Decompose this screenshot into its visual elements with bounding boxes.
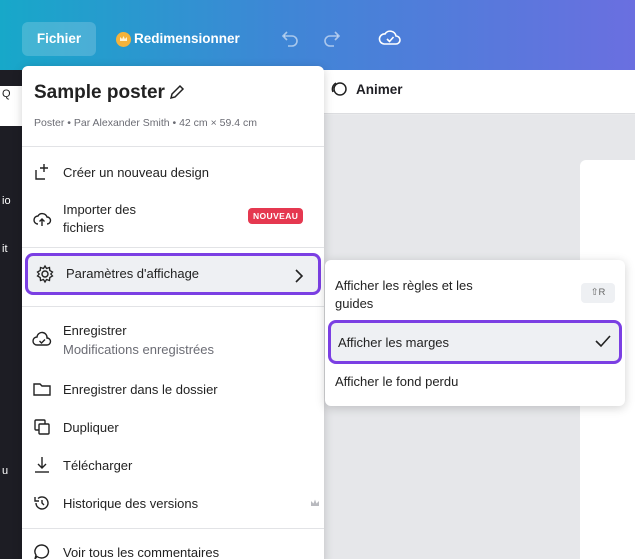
cloud-upload-icon: [33, 212, 52, 226]
cloud-check-icon: [32, 331, 52, 346]
design-meta: Poster • Par Alexander Smith • 42 cm × 5…: [34, 117, 257, 129]
submenu-item-label-line1: Afficher les règles et les: [335, 278, 473, 293]
design-title[interactable]: Sample poster: [34, 82, 165, 104]
animate-icon[interactable]: [330, 80, 348, 98]
crown-badge-icon: [311, 499, 319, 506]
menu-item-label: Paramètres d'affichage: [66, 266, 200, 281]
submenu-item-bleed[interactable]: Afficher le fond perdu: [325, 368, 625, 396]
divider: [22, 528, 324, 529]
menu-item-duplicate[interactable]: Dupliquer: [22, 415, 324, 439]
file-menu-button[interactable]: Fichier: [22, 22, 96, 56]
folder-icon: [33, 383, 51, 396]
submenu-item-label: Afficher les marges: [338, 335, 450, 350]
sidebar-fragment-io: io: [2, 195, 11, 207]
new-design-icon: [35, 164, 48, 180]
menu-item-label-line1: Importer des: [63, 202, 136, 217]
cloud-saved-icon[interactable]: [377, 26, 403, 52]
file-dropdown-menu: Sample poster Poster • Par Alexander Smi…: [22, 66, 324, 559]
menu-item-label: Historique des versions: [63, 496, 199, 511]
submenu-item-margins[interactable]: Afficher les marges: [328, 320, 622, 364]
comment-icon: [34, 544, 50, 559]
undo-icon[interactable]: [276, 26, 302, 52]
menu-item-save[interactable]: Enregistrer Modifications enregistrées: [22, 320, 324, 360]
sidebar-fragment-it: it: [2, 243, 8, 255]
chevron-right-icon: [295, 269, 304, 283]
divider: [22, 146, 324, 147]
menu-item-label-line2: fichiers: [63, 220, 105, 235]
resize-button[interactable]: Redimensionner: [112, 22, 240, 56]
menu-item-view-comments[interactable]: Voir tous les commentaires: [22, 540, 324, 559]
menu-item-label: Enregistrer: [63, 323, 127, 338]
download-icon: [35, 457, 49, 473]
keyboard-shortcut: ⇧R: [581, 283, 615, 303]
new-badge: NOUVEAU: [248, 208, 304, 224]
menu-item-version-history[interactable]: Historique des versions: [22, 491, 324, 515]
sidebar-fragment-q: Q: [2, 88, 11, 100]
resize-label: Redimensionner: [134, 31, 240, 46]
divider: [22, 306, 324, 307]
display-settings-submenu: Afficher les règles et les guides ⇧R Aff…: [325, 260, 625, 406]
pencil-icon[interactable]: [167, 82, 187, 102]
animate-button[interactable]: Animer: [356, 82, 403, 97]
submenu-item-rulers-guides[interactable]: Afficher les règles et les guides: [325, 272, 625, 316]
left-sidebar-strip: Q io it u: [0, 70, 22, 559]
menu-item-label: Créer un nouveau design: [63, 165, 209, 180]
save-status: Modifications enregistrées: [63, 342, 215, 357]
menu-item-download[interactable]: Télécharger: [22, 453, 324, 477]
sidebar-fragment-u: u: [2, 465, 9, 477]
gear-icon: [36, 264, 54, 284]
submenu-item-label: Afficher le fond perdu: [335, 374, 459, 389]
checkmark-icon: [595, 335, 611, 348]
menu-item-label: Voir tous les commentaires: [63, 545, 220, 559]
duplicate-icon: [34, 419, 50, 435]
top-toolbar: Fichier Redimensionner: [0, 0, 635, 70]
menu-item-save-to-folder[interactable]: Enregistrer dans le dossier: [22, 377, 324, 401]
submenu-item-label-line2: guides: [335, 296, 374, 311]
divider: [22, 247, 324, 248]
menu-item-label: Enregistrer dans le dossier: [63, 382, 218, 397]
menu-item-label: Télécharger: [63, 458, 133, 473]
menu-item-create-design[interactable]: Créer un nouveau design: [22, 160, 324, 184]
crown-icon: [116, 32, 131, 47]
menu-item-display-settings[interactable]: Paramètres d'affichage: [25, 253, 321, 295]
editor-toolbar: Animer: [322, 70, 635, 114]
menu-item-label: Dupliquer: [63, 420, 119, 435]
history-icon: [34, 496, 49, 510]
redo-icon[interactable]: [320, 26, 346, 52]
